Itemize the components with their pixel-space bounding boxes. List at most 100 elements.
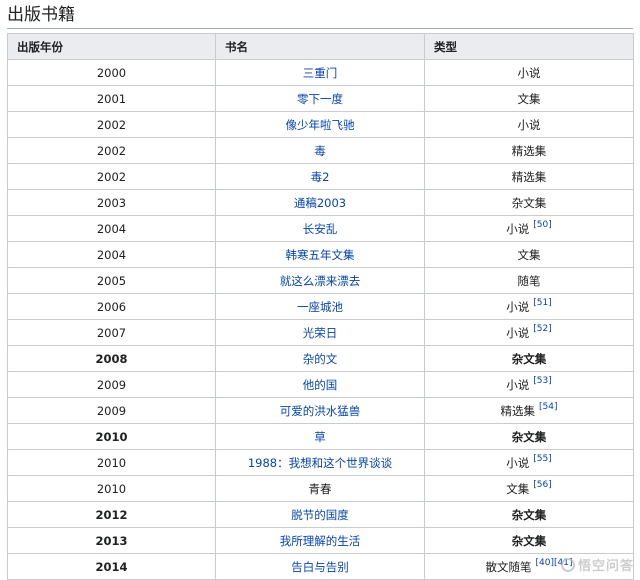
cell-title: 可爱的洪水猛兽 bbox=[215, 397, 425, 424]
citation-link[interactable]: [52] bbox=[533, 324, 551, 334]
book-type: 杂文集 bbox=[511, 195, 547, 210]
citation-link[interactable]: [55] bbox=[533, 454, 551, 464]
cell-year: 2014 bbox=[7, 553, 216, 580]
cell-type: 小说 bbox=[424, 59, 634, 86]
cell-year: 2001 bbox=[7, 85, 216, 112]
cell-year: 2003 bbox=[7, 189, 216, 216]
table-row: 2004 长安乱 小说 [50] bbox=[7, 215, 634, 242]
book-title-link[interactable]: 零下一度 bbox=[297, 92, 343, 106]
cell-type: 杂文集 bbox=[424, 501, 634, 528]
book-title-link[interactable]: 告白与告别 bbox=[291, 560, 349, 574]
cell-year: 2002 bbox=[7, 111, 216, 138]
cell-year: 2006 bbox=[7, 293, 216, 320]
book-title-link[interactable]: 我所理解的生活 bbox=[280, 534, 361, 548]
cell-title: 光荣日 bbox=[215, 319, 425, 346]
book-title-link[interactable]: 草 bbox=[314, 430, 326, 444]
book-title-link[interactable]: 就这么漂来漂去 bbox=[280, 274, 361, 288]
cell-type: 小说 [53] bbox=[424, 371, 634, 398]
book-title-link[interactable]: 1988：我想和这个世界谈谈 bbox=[248, 456, 392, 470]
table-row: 2010 1988：我想和这个世界谈谈 小说 [55] bbox=[7, 449, 634, 476]
book-title-link[interactable]: 可爱的洪水猛兽 bbox=[280, 404, 361, 418]
cell-type: 精选集 [54] bbox=[424, 397, 634, 424]
book-title-link[interactable]: 像少年啦飞驰 bbox=[286, 118, 355, 132]
cell-type: 小说 bbox=[424, 111, 634, 138]
book-type: 小说 bbox=[506, 299, 530, 314]
book-type: 小说 bbox=[517, 65, 541, 80]
citation-ref: [50] bbox=[533, 220, 551, 230]
table-row: 2010 草 杂文集 bbox=[7, 423, 634, 450]
books-table: 出版年份 书名 类型 2000 三重门 小说 2001 零下一度 文集 2002 像少年啦飞驰… bbox=[7, 33, 634, 580]
cell-title: 像少年啦飞驰 bbox=[215, 111, 425, 138]
cell-type: 杂文集 bbox=[424, 189, 634, 216]
citation-link[interactable]: [40][41] bbox=[536, 558, 573, 568]
book-type: 文集 bbox=[506, 481, 530, 496]
cell-title: 脱节的国度 bbox=[215, 501, 425, 528]
table-row: 2009 他的国 小说 [53] bbox=[7, 371, 634, 398]
book-type: 精选集 bbox=[500, 403, 536, 418]
cell-year: 2013 bbox=[7, 527, 216, 554]
cell-year: 2009 bbox=[7, 371, 216, 398]
table-row: 2004 韩寒五年文集 文集 bbox=[7, 241, 634, 268]
book-type: 杂文集 bbox=[511, 351, 547, 366]
book-title-link[interactable]: 毒 bbox=[314, 144, 326, 158]
book-title-link[interactable]: 通稿2003 bbox=[294, 196, 346, 210]
table-row: 2003 通稿2003 杂文集 bbox=[7, 189, 634, 216]
book-title-link[interactable]: 长安乱 bbox=[303, 222, 338, 236]
cell-type: 文集 [56] bbox=[424, 475, 634, 502]
book-type: 随笔 bbox=[517, 273, 541, 288]
cell-title: 毒2 bbox=[215, 163, 425, 190]
citation-ref: [53] bbox=[533, 376, 551, 386]
header-type[interactable]: 类型 bbox=[424, 33, 634, 60]
book-type: 小说 bbox=[517, 117, 541, 132]
book-type: 小说 bbox=[506, 221, 530, 236]
cell-type: 精选集 bbox=[424, 137, 634, 164]
book-type: 小说 bbox=[506, 325, 530, 340]
cell-type: 杂文集 bbox=[424, 527, 634, 554]
citation-link[interactable]: [51] bbox=[533, 298, 551, 308]
header-year[interactable]: 出版年份 bbox=[7, 33, 216, 60]
table-row: 2005 就这么漂来漂去 随笔 bbox=[7, 267, 634, 294]
header-title[interactable]: 书名 bbox=[215, 33, 425, 60]
citation-ref: [51] bbox=[533, 298, 551, 308]
table-row: 2010 青春 文集 [56] bbox=[7, 475, 634, 502]
table-header-row: 出版年份 书名 类型 bbox=[7, 33, 634, 60]
book-title: 青春 bbox=[308, 481, 332, 496]
citation-link[interactable]: [54] bbox=[539, 402, 557, 412]
cell-title: 零下一度 bbox=[215, 85, 425, 112]
citation-link[interactable]: [50] bbox=[533, 220, 551, 230]
table-row: 2014 告白与告别 散文随笔 [40][41] bbox=[7, 553, 634, 580]
table-row: 2013 我所理解的生活 杂文集 bbox=[7, 527, 634, 554]
citation-link[interactable]: [53] bbox=[533, 376, 551, 386]
cell-type: 文集 bbox=[424, 241, 634, 268]
cell-year: 2008 bbox=[7, 345, 216, 372]
book-title-link[interactable]: 韩寒五年文集 bbox=[286, 248, 355, 262]
cell-title: 一座城池 bbox=[215, 293, 425, 320]
table-row: 2009 可爱的洪水猛兽 精选集 [54] bbox=[7, 397, 634, 424]
book-title-link[interactable]: 杂的文 bbox=[303, 352, 338, 366]
cell-type: 杂文集 bbox=[424, 423, 634, 450]
cell-title: 告白与告别 bbox=[215, 553, 425, 580]
book-title-link[interactable]: 三重门 bbox=[303, 66, 338, 80]
citation-ref: [52] bbox=[533, 324, 551, 334]
book-title-link[interactable]: 光荣日 bbox=[303, 326, 338, 340]
cell-year: 2010 bbox=[7, 475, 216, 502]
table-row: 2007 光荣日 小说 [52] bbox=[7, 319, 634, 346]
cell-year: 2000 bbox=[7, 59, 216, 86]
book-type: 精选集 bbox=[511, 143, 547, 158]
cell-title: 三重门 bbox=[215, 59, 425, 86]
citation-link[interactable]: [56] bbox=[533, 480, 551, 490]
cell-type: 随笔 bbox=[424, 267, 634, 294]
citation-ref: [55] bbox=[533, 454, 551, 464]
cell-year: 2005 bbox=[7, 267, 216, 294]
book-title-link[interactable]: 脱节的国度 bbox=[291, 508, 349, 522]
cell-type: 小说 [55] bbox=[424, 449, 634, 476]
cell-year: 2002 bbox=[7, 137, 216, 164]
book-title-link[interactable]: 毒2 bbox=[311, 170, 330, 184]
book-title-link[interactable]: 他的国 bbox=[303, 378, 338, 392]
cell-type: 文集 bbox=[424, 85, 634, 112]
cell-title: 草 bbox=[215, 423, 425, 450]
citation-ref: [54] bbox=[539, 402, 557, 412]
book-type: 杂文集 bbox=[511, 507, 547, 522]
book-title-link[interactable]: 一座城池 bbox=[297, 300, 343, 314]
citation-ref: [56] bbox=[533, 480, 551, 490]
